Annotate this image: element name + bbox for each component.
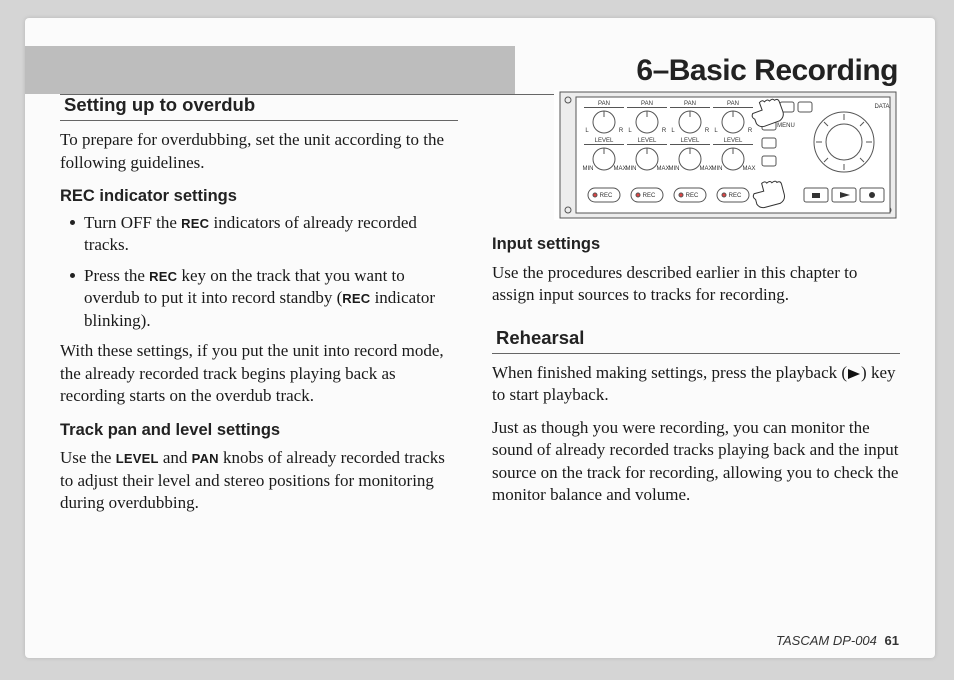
svg-text:R: R (619, 128, 624, 134)
svg-text:PAN: PAN (641, 101, 653, 107)
svg-text:MIN: MIN (669, 166, 680, 172)
page-number: 61 (885, 633, 899, 648)
subhead-rec-indicator-settings: REC indicator settings (60, 186, 458, 208)
list-item: Press the REC key on the track that you … (70, 265, 458, 332)
subhead-input-settings: Input settings (492, 234, 900, 256)
svg-text:LEVEL: LEVEL (724, 138, 743, 144)
pan-label: PAN (192, 451, 219, 466)
rec-indicator-para: With these settings, if you put the unit… (60, 340, 458, 407)
right-column: PAN L R LEVEL MIN MAX (492, 90, 900, 525)
svg-text:R: R (705, 128, 710, 134)
svg-text:REC: REC (729, 193, 742, 199)
svg-text:REC: REC (600, 193, 613, 199)
svg-text:MENU: MENU (777, 123, 795, 129)
play-icon (848, 369, 860, 379)
rec-label: REC (342, 291, 370, 306)
chapter-header: 6–Basic Recording (25, 46, 900, 96)
svg-text:MAX: MAX (742, 166, 755, 172)
footer-product: TASCAM DP-004 (776, 633, 877, 648)
svg-text:MIN: MIN (583, 166, 594, 172)
svg-text:REC: REC (686, 193, 699, 199)
track-pan-level-para: Use the LEVEL and PAN knobs of already r… (60, 447, 458, 514)
input-settings-para: Use the procedures described earlier in … (492, 262, 900, 307)
svg-text:R: R (662, 128, 667, 134)
rehearsal-para2: Just as though you were recording, you c… (492, 417, 900, 507)
device-illustration: PAN L R LEVEL MIN MAX (554, 90, 900, 220)
svg-text:R: R (748, 128, 753, 134)
chapter-title: 6–Basic Recording (636, 54, 900, 88)
left-column: Setting up to overdub To prepare for ove… (60, 90, 458, 525)
rehearsal-para1: When finished making settings, press the… (492, 362, 900, 407)
svg-text:PAN: PAN (684, 101, 696, 107)
manual-page: 6–Basic Recording Setting up to overdub … (25, 18, 935, 658)
svg-text:LEVEL: LEVEL (681, 138, 700, 144)
svg-text:MIN: MIN (712, 166, 723, 172)
list-item: Turn OFF the REC indicators of already r… (70, 212, 458, 257)
rec-label: REC (181, 216, 209, 231)
section-rehearsal: Rehearsal (492, 323, 900, 354)
svg-text:LEVEL: LEVEL (595, 138, 614, 144)
svg-text:DATA: DATA (874, 104, 889, 110)
rec-indicator-list: Turn OFF the REC indicators of already r… (60, 212, 458, 332)
svg-text:MIN: MIN (626, 166, 637, 172)
svg-text:PAN: PAN (598, 101, 610, 107)
rec-label: REC (149, 269, 177, 284)
header-gray-bar (25, 46, 515, 94)
overdub-intro: To prepare for overdubbing, set the unit… (60, 129, 458, 174)
subhead-track-pan-level: Track pan and level settings (60, 420, 458, 442)
page-footer: TASCAM DP-004 61 (776, 633, 899, 648)
svg-text:LEVEL: LEVEL (638, 138, 657, 144)
svg-text:REC: REC (643, 193, 656, 199)
level-label: LEVEL (116, 451, 159, 466)
svg-text:PAN: PAN (727, 101, 739, 107)
